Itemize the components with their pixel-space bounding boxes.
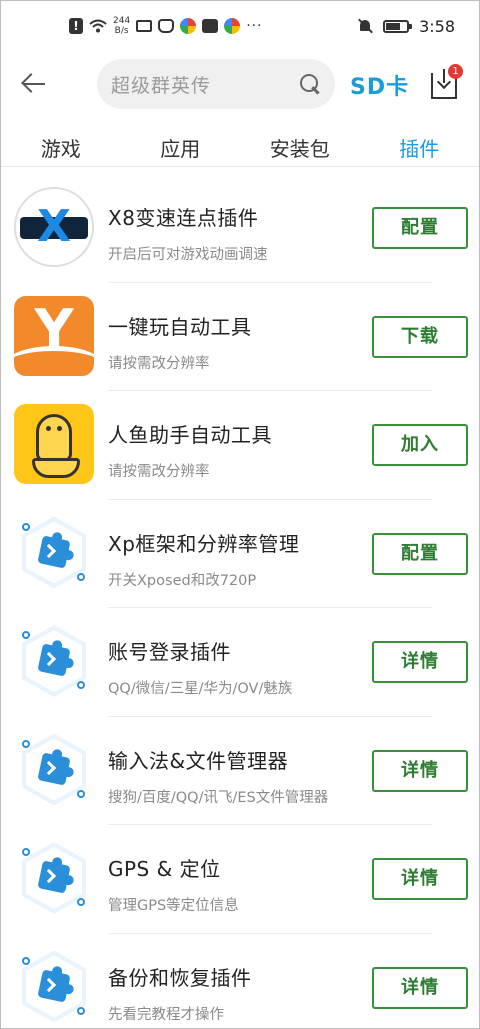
plugin-puzzle-icon (14, 947, 94, 1027)
alert-icon: ! (69, 18, 83, 34)
search-input[interactable]: 超级群英传 (97, 59, 335, 109)
list-item[interactable]: 账号登录插件 QQ/微信/三星/华为/OV/魅族 详情 (1, 608, 479, 717)
plugin-puzzle-icon (14, 513, 94, 593)
download-manager-button[interactable]: 1 (429, 64, 463, 101)
tab-plugins[interactable]: 插件 (360, 125, 480, 166)
battery-icon (383, 19, 413, 33)
plugin-subtitle: 开启后可对游戏动画调速 (108, 247, 268, 263)
plugin-list: X X8变速连点插件 开启后可对游戏动画调速 配置 Y 一键玩自动工具 请按需改… (1, 174, 479, 1029)
details-button[interactable]: 详情 (372, 966, 468, 1009)
plugin-puzzle-icon (14, 838, 94, 918)
plugin-subtitle: 管理GPS等定位信息 (108, 898, 239, 914)
details-button[interactable]: 详情 (372, 641, 468, 683)
plugin-subtitle: 请按需改分辨率 (108, 355, 210, 372)
net-speed-value: 244 (113, 16, 131, 26)
app-notification-icon (224, 18, 241, 34)
download-badge: 1 (448, 64, 463, 79)
details-button[interactable]: 详情 (372, 749, 468, 792)
list-item[interactable]: 人鱼助手自动工具 请按需改分辨率 加入 (1, 391, 479, 500)
plugin-title: 备份和恢复插件 (108, 965, 252, 990)
status-bar: ! 244 B/s ··· 3:58 (1, 1, 479, 51)
wifi-icon (89, 18, 107, 34)
plugin-title: GPS & 定位 (108, 857, 221, 881)
top-bar: 超级群英传 SD卡 1 (1, 59, 479, 109)
list-item[interactable]: Xp框架和分辨率管理 开关Xposed和改720P 配置 (1, 500, 479, 608)
details-button[interactable]: 详情 (372, 858, 468, 900)
list-item[interactable]: 输入法&文件管理器 搜狗/百度/QQ/讯飞/ES文件管理器 详情 (1, 717, 479, 825)
plugin-title: Xp框架和分辨率管理 (108, 531, 300, 556)
download-button[interactable]: 下载 (372, 315, 468, 358)
category-tabs: 游戏 应用 安装包 插件 (1, 125, 479, 167)
configure-button[interactable]: 配置 (372, 532, 468, 575)
plugin-puzzle-icon (14, 621, 94, 701)
plugin-subtitle: 开关Xposed和改720P (108, 572, 257, 589)
search-placeholder: 超级群英传 (111, 74, 212, 97)
plugin-subtitle: 先看完教程才操作 (108, 1006, 224, 1023)
message-icon (202, 19, 219, 33)
mute-bell-icon (357, 18, 373, 34)
x8-speed-icon: X (14, 187, 94, 267)
app-notification-icon (180, 18, 197, 34)
more-notifications-icon: ··· (246, 18, 263, 34)
tab-apps[interactable]: 应用 (121, 125, 241, 166)
plugin-title: 一键玩自动工具 (108, 314, 252, 339)
plugin-puzzle-icon (14, 730, 94, 810)
plugin-title: 账号登录插件 (108, 640, 231, 664)
plugin-subtitle: 搜狗/百度/QQ/讯飞/ES文件管理器 (108, 789, 329, 806)
video-icon (136, 20, 153, 32)
plugin-title: 人鱼助手自动工具 (108, 423, 272, 447)
join-button[interactable]: 加入 (372, 424, 468, 466)
list-item[interactable]: X X8变速连点插件 开启后可对游戏动画调速 配置 (1, 174, 479, 283)
cat-app-icon (158, 19, 175, 33)
tab-packages[interactable]: 安装包 (240, 125, 360, 166)
back-arrow-icon[interactable] (19, 68, 51, 100)
plugin-title: X8变速连点插件 (108, 206, 259, 230)
yijian-auto-icon: Y (14, 295, 94, 376)
plugin-subtitle: 请按需改分辨率 (108, 464, 210, 480)
plugin-subtitle: QQ/微信/三星/华为/OV/魅族 (108, 681, 293, 697)
list-item[interactable]: GPS & 定位 管理GPS等定位信息 详情 (1, 825, 479, 934)
tab-games[interactable]: 游戏 (1, 125, 121, 166)
configure-button[interactable]: 配置 (372, 207, 468, 249)
plugin-title: 输入法&文件管理器 (108, 748, 289, 773)
clock: 3:58 (419, 16, 455, 36)
net-speed: 244 B/s (113, 16, 130, 36)
sd-card-button[interactable]: SD卡 (350, 69, 409, 101)
list-item[interactable]: Y 一键玩自动工具 请按需改分辨率 下载 (1, 283, 479, 391)
net-speed-unit: B/s (114, 26, 129, 36)
search-icon[interactable] (299, 73, 321, 95)
mermaid-helper-icon (14, 404, 94, 484)
list-item[interactable]: 备份和恢复插件 先看完教程才操作 详情 (1, 934, 479, 1029)
